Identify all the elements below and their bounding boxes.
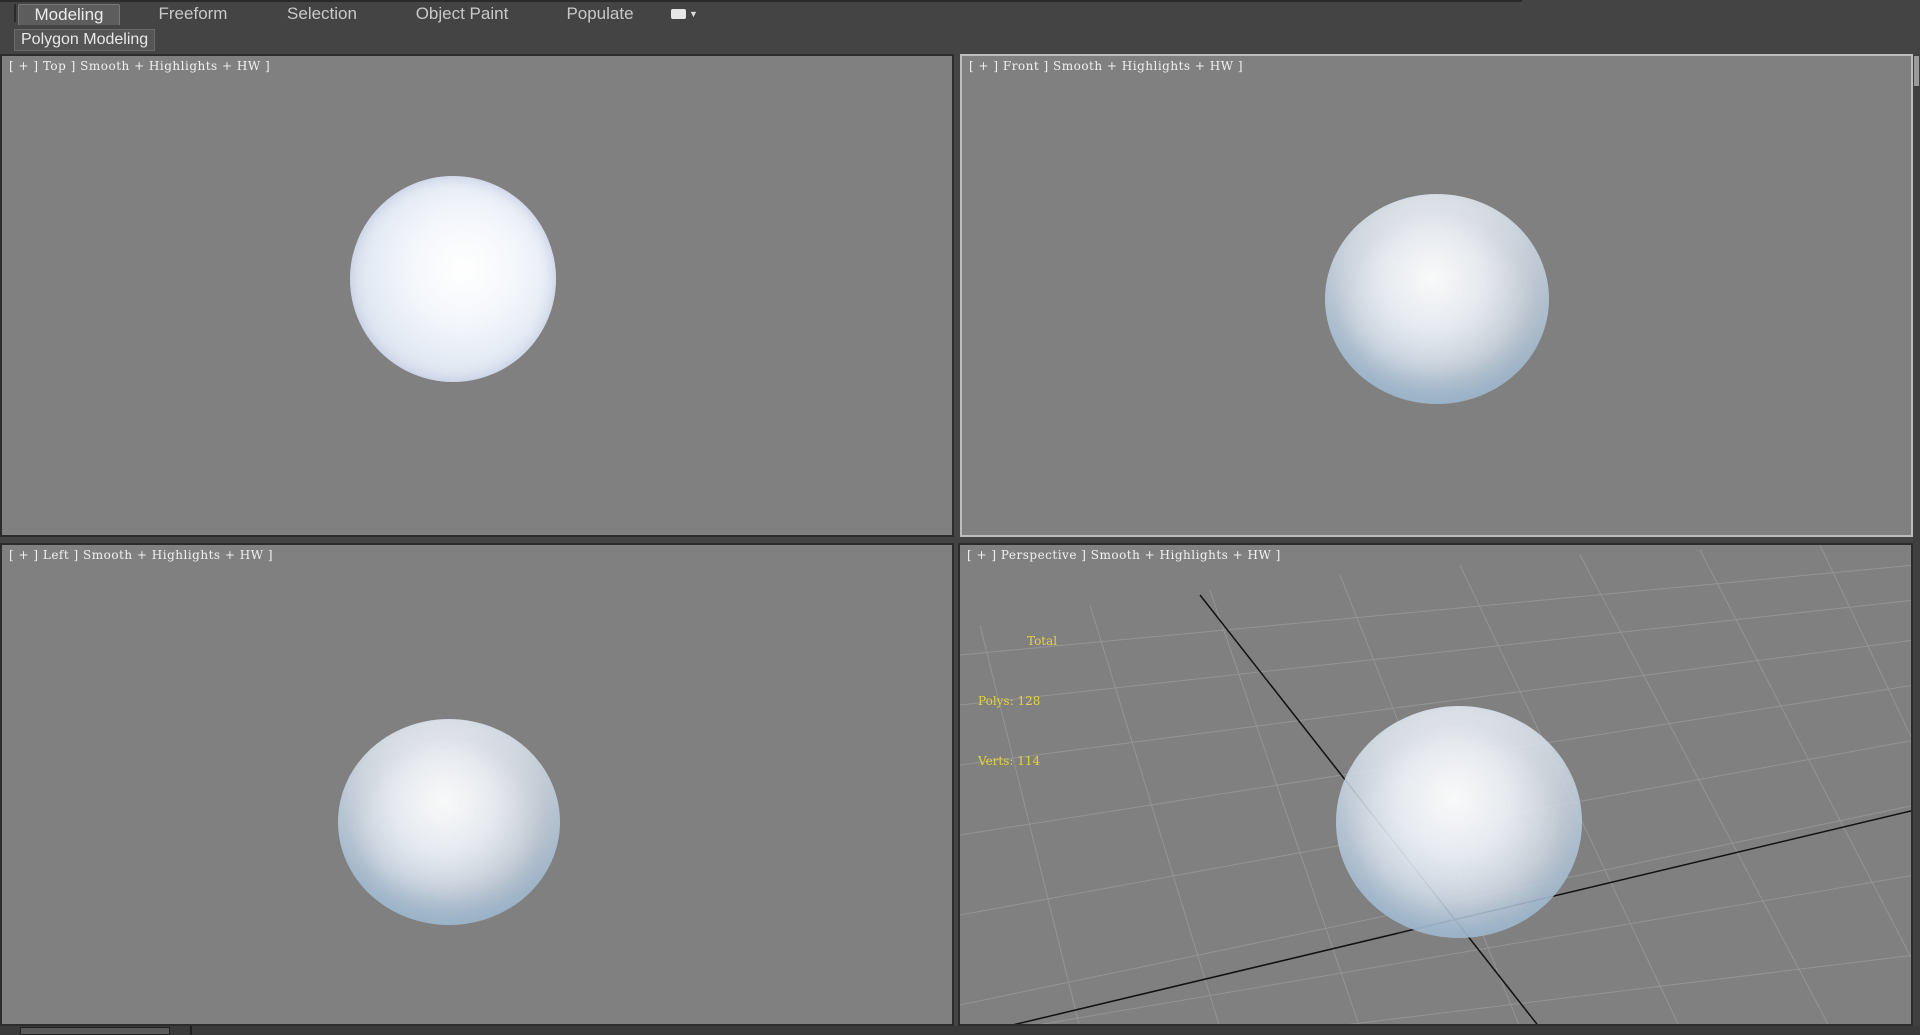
viewport-label-perspective[interactable]: [ + ] Perspective ] Smooth + Highlights … xyxy=(967,548,1281,562)
status-divider xyxy=(190,1026,192,1035)
stats-polys: Polys: 128 xyxy=(978,694,1041,708)
viewport-perspective[interactable]: [ + ] Perspective ] Smooth + Highlights … xyxy=(958,543,1913,1026)
ribbon-separator xyxy=(14,4,16,22)
scrollbar-thumb[interactable] xyxy=(1914,56,1919,86)
time-slider[interactable] xyxy=(20,1027,170,1035)
ribbon-tab-bar: Modeling Freeform Selection Object Paint… xyxy=(0,0,1920,28)
chevron-down-icon: ▼ xyxy=(689,9,698,19)
sphere-object[interactable] xyxy=(338,719,560,925)
sphere-object[interactable] xyxy=(1336,706,1582,938)
statistics-overlay: Total Polys: 128 Verts: 114 xyxy=(978,591,1057,811)
tab-populate[interactable]: Populate xyxy=(550,4,650,24)
sphere-object[interactable] xyxy=(1325,194,1549,404)
viewport-label-front[interactable]: [ + ] Front ] Smooth + Highlights + HW ] xyxy=(969,59,1243,73)
viewport-top[interactable]: [ + ] Top ] Smooth + Highlights + HW ] xyxy=(0,54,954,537)
viewport-label-left[interactable]: [ + ] Left ] Smooth + Highlights + HW ] xyxy=(9,548,273,562)
viewport-left[interactable]: [ + ] Left ] Smooth + Highlights + HW ] xyxy=(0,543,954,1026)
ribbon-options-icon[interactable]: ▼ xyxy=(668,8,698,22)
command-panel-scrollbar[interactable] xyxy=(1913,54,1920,1026)
tab-freeform[interactable]: Freeform xyxy=(143,4,243,24)
sphere-object[interactable] xyxy=(350,176,556,382)
viewport-front[interactable]: [ + ] Front ] Smooth + Highlights + HW ] xyxy=(960,54,1913,537)
ribbon-options-box xyxy=(671,9,686,19)
tab-modeling[interactable]: Modeling xyxy=(18,4,120,25)
tab-object-paint[interactable]: Object Paint xyxy=(402,4,522,24)
bottom-status-strip xyxy=(0,1026,1920,1035)
stats-title: Total xyxy=(1027,634,1058,648)
polygon-modeling-panel[interactable]: Polygon Modeling xyxy=(14,29,156,51)
viewport-label-top[interactable]: [ + ] Top ] Smooth + Highlights + HW ] xyxy=(9,59,270,73)
ribbon-top-line xyxy=(0,0,1522,2)
tab-selection[interactable]: Selection xyxy=(272,4,372,24)
stats-verts: Verts: 114 xyxy=(978,754,1041,768)
ribbon-panel-row: Polygon Modeling xyxy=(0,27,1920,51)
